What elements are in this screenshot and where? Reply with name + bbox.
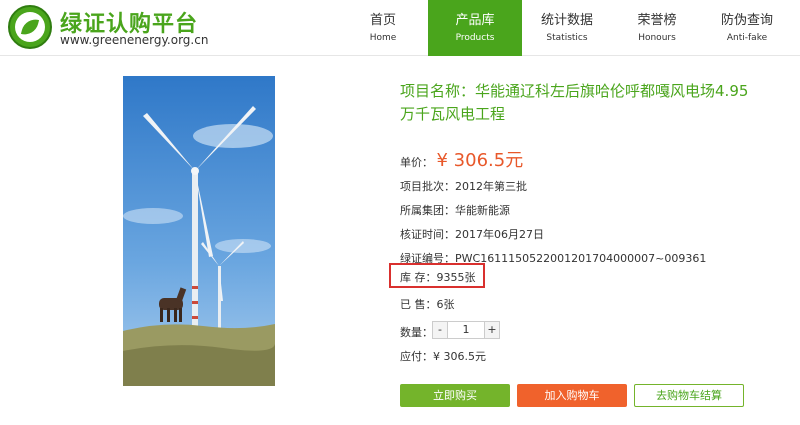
main-nav: 首页 Home 产品库 Products 统计数据 Statistics 荣誉榜… [338,0,792,56]
group-row: 所属集团：华能新能源 [400,204,510,217]
batch-row: 项目批次：2012年第三批 [400,180,527,193]
nav-home-cn: 首页 [369,12,396,28]
nav-antifake[interactable]: 防伪查询 Anti-fake [702,0,792,56]
brand-url: www.greenenergy.org.cn [60,33,209,47]
quantity-plus-button[interactable]: + [484,321,500,339]
nav-honours-cn: 荣誉榜 [637,12,677,28]
nav-honours[interactable]: 荣誉榜 Honours [612,0,702,56]
site-header: 绿证认购平台 www.greenenergy.org.cn 首页 Home 产品… [0,0,800,56]
quantity-label: 数量： [400,326,433,339]
nav-products[interactable]: 产品库 Products [428,0,522,56]
product-image [123,76,275,386]
total-row: 应付：¥ 306.5元 [400,350,486,363]
checkout-button[interactable]: 去购物车结算 [634,384,744,407]
price-row: 单价： ¥ 306.5元 [400,146,523,172]
quantity-input[interactable]: 1 [448,321,484,339]
nav-honours-en: Honours [638,32,676,43]
nav-statistics-cn: 统计数据 [540,12,593,28]
quantity-stepper: - 1 + [432,321,500,339]
logo-icon[interactable] [8,5,52,49]
product-title: 项目名称：华能通辽科左后旗哈伦呼都嘎风电场4.95万千瓦风电工程 [400,82,749,123]
add-to-cart-button[interactable]: 加入购物车 [517,384,627,407]
nav-statistics[interactable]: 统计数据 Statistics [522,0,612,56]
stock-row: 库 存：9355张 [400,271,476,284]
nav-products-cn: 产品库 [455,12,495,28]
price-value: ¥ 306.5元 [436,150,524,171]
date-row: 核证时间：2017年06月27日 [400,228,544,241]
nav-statistics-en: Statistics [546,32,588,43]
buy-now-button[interactable]: 立即购买 [400,384,510,407]
nav-antifake-cn: 防伪查询 [720,12,773,28]
quantity-minus-button[interactable]: - [432,321,448,339]
sold-row: 已 售：6张 [400,298,455,311]
nav-home[interactable]: 首页 Home [338,0,428,56]
nav-antifake-en: Anti-fake [726,32,768,43]
price-label: 单价： [400,156,433,169]
nav-products-en: Products [455,32,495,43]
nav-home-en: Home [369,32,397,43]
